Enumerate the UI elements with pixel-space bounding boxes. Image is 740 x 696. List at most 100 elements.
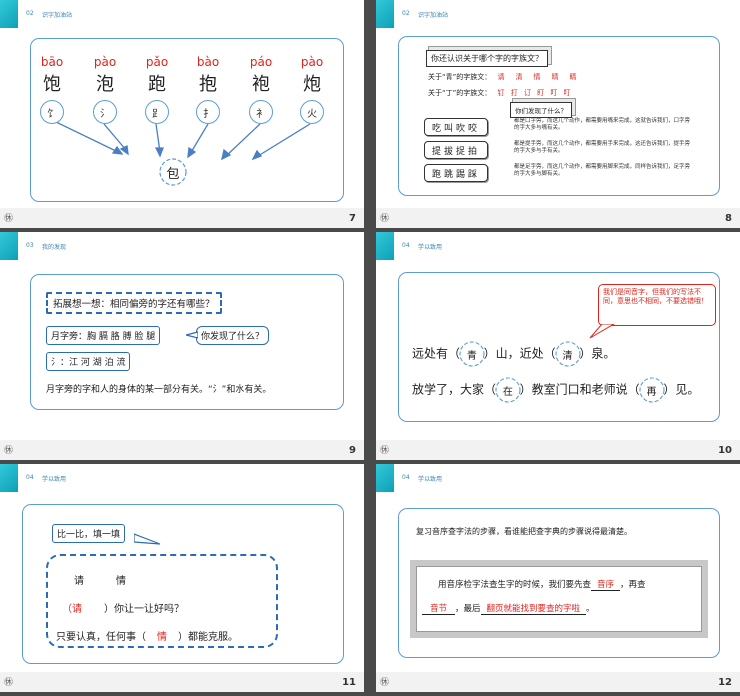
sentence-2: 放学了，大家（ 在 ）教室门口和老师说（ 再 ）见。 xyxy=(412,376,699,404)
answer-bubble-1: 青 xyxy=(458,340,486,368)
footer-logo: ㊡ xyxy=(4,678,14,688)
pinyin-5: páo xyxy=(249,55,273,69)
center-char: 包 xyxy=(166,166,180,182)
footer-logo: ㊡ xyxy=(380,214,390,224)
pinyin-6: pào xyxy=(300,55,324,69)
char-2: 泡 xyxy=(96,74,114,95)
fill-line-2-answer: 情 xyxy=(157,632,167,643)
word-group-hand[interactable]: 提拔捉拍 xyxy=(424,141,488,159)
answer-3: 在 xyxy=(502,386,513,398)
desc-foot: 都是足字旁，而这几个动作，都需要用脚来完成，同样告诉我们，足字旁的字大多与脚有关… xyxy=(514,164,691,177)
char-6: 炮 xyxy=(303,74,321,95)
answer-panel-inner xyxy=(416,566,702,632)
moon-radical-text: 月字旁：胸 膈 胳 膊 脸 腿 xyxy=(51,332,156,342)
fill-line-2-rest: ）都能克服。 xyxy=(178,632,238,643)
option-qing-feeling: 情 xyxy=(116,576,126,587)
label-pointer xyxy=(134,533,161,545)
sentence-2-part-2: ）教室门口和老师说（ xyxy=(519,382,640,397)
section-title: 学以致用 xyxy=(418,244,443,251)
callout-pointer xyxy=(589,324,615,339)
radical-3: ⻊ xyxy=(145,100,169,124)
desc-hand: 都是提手旁，而这几个动作，都需要用手来完成，这还告诉我们，提手旁的字大多与手有关… xyxy=(514,141,691,154)
homophone-callout: 我们是同音字，但我们的写法不同，意思也不相同，不要选错哦！ xyxy=(598,284,716,326)
compare-label: 比一比，填一填 xyxy=(52,524,126,543)
answer-text-line-1: 用音序检字法查生字的时候，我们要先查 音序 ，再查 xyxy=(438,578,646,591)
fill-line-2-pre: 只要认真，任何事（ xyxy=(56,632,146,643)
ding-label: 关于“丁”的字族文： xyxy=(428,89,492,97)
slide-7[interactable]: 02 识字加油站 bāo pào pǎo bào páo pào 饱 泡 跑 抱… xyxy=(0,0,364,228)
sentence-2-part-1: 放学了，大家（ xyxy=(412,382,497,397)
water-radical-words: 氵：江 河 湖 泊 流 xyxy=(46,352,131,371)
qing-label: 关于“青”的字族文： xyxy=(428,73,492,81)
answer-1: 青 xyxy=(466,350,477,362)
question-text: 你还认识关于哪个字的字族文？ xyxy=(431,54,543,63)
think-prompt-text: 拓展想一想：相同偏旁的字还有哪些？ xyxy=(53,299,215,310)
slide-9[interactable]: 03 我的发现 拓展想一想：相同偏旁的字还有哪些？ 月字旁：胸 膈 胳 膊 脸 … xyxy=(0,232,364,460)
bubble-pointer xyxy=(186,331,198,339)
fill-line-2: 只要认真，任何事（ 情 ）都能克服。 xyxy=(56,628,238,643)
fill-line-1-rest: ）你让一让好吗？ xyxy=(104,604,184,615)
footer-logo: ㊡ xyxy=(4,214,14,224)
char-4: 抱 xyxy=(199,74,217,95)
slide-header: 04 学以致用 xyxy=(376,232,740,260)
radical-4: 扌 xyxy=(196,100,220,124)
fill-line-1-open: （ xyxy=(62,604,72,615)
answer-bubble-4: 再 xyxy=(638,376,666,404)
found-bubble: 你发现了什么？ xyxy=(196,326,270,345)
section-title: 我的发现 xyxy=(42,244,67,251)
accent-bar xyxy=(376,232,394,260)
section-title: 学以致用 xyxy=(418,476,443,483)
char-3: 跑 xyxy=(148,74,166,95)
slide-header: 02 识字加油站 xyxy=(376,0,740,28)
slide-header: 04 学以致用 xyxy=(0,464,364,492)
pinyin-3: pǎo xyxy=(145,55,169,69)
answer-panel xyxy=(410,560,708,638)
slide-footer: ㊡ 10 xyxy=(376,440,740,460)
slide-header: 03 我的发现 xyxy=(0,232,364,260)
review-prompt: 复习音序查字法的步骤，看谁能把查字典的步骤说得最清楚。 xyxy=(416,527,632,536)
page-number: 9 xyxy=(349,445,356,456)
conclusion: 月字旁的字和人的身体的某一部分有关。“氵”和水有关。 xyxy=(46,385,272,395)
radical-6: 火 xyxy=(300,100,324,124)
slide-11[interactable]: 04 学以致用 比一比，填一填 请 情 （请 ）你让一让好吗？ 只要认真，任何事（… xyxy=(0,464,364,692)
accent-bar xyxy=(376,464,394,492)
slide-12[interactable]: 04 学以致用 复习音序查字法的步骤，看谁能把查字典的步骤说得最清楚。 用音序检… xyxy=(376,464,740,692)
answer-fill-2: 音节 xyxy=(422,604,456,615)
question-box: 你还认识关于哪个字的字族文？ xyxy=(426,50,548,67)
pinyin-4: bào xyxy=(196,55,220,69)
answer-bubble-2: 清 xyxy=(554,340,582,368)
answer-fill-3: 翻页就能找到要查的字啦 xyxy=(480,604,587,615)
answer-text-p3: ，最后 xyxy=(455,604,481,614)
word-group-mouth-label: 吃叫吹咬 xyxy=(431,123,480,134)
word-group-mouth[interactable]: 吃叫吹咬 xyxy=(424,118,488,136)
sentence-1-part-2: ）山，近处（ xyxy=(483,346,556,361)
accent-bar xyxy=(0,232,18,260)
footer-logo: ㊡ xyxy=(4,446,14,456)
pinyin-2: pào xyxy=(93,55,117,69)
word-group-foot-label: 跑跳踢踩 xyxy=(431,169,480,180)
radical-5: 衤 xyxy=(249,100,273,124)
page-number: 11 xyxy=(342,677,356,688)
answer-4: 再 xyxy=(646,386,657,398)
fill-line-1-answer: 请 xyxy=(72,604,82,615)
fill-line-1: （请 ）你让一让好吗？ xyxy=(62,600,184,615)
think-prompt: 拓展想一想：相同偏旁的字还有哪些？ xyxy=(46,292,222,314)
slide-10[interactable]: 04 学以致用 我们是同音字，但我们的写法不同，意思也不相同，不要选错哦！ 远处… xyxy=(376,232,740,460)
homophone-callout-text: 我们是同音字，但我们的写法不同，意思也不相同，不要选错哦！ xyxy=(603,288,708,305)
slide-footer: ㊡ 12 xyxy=(376,672,740,692)
accent-bar xyxy=(0,464,18,492)
page-number: 12 xyxy=(718,677,732,688)
page-number: 8 xyxy=(725,213,732,224)
answer-text-line-2: 音节 ，最后 翻页就能找到要查的字啦。 xyxy=(422,602,595,615)
qing-family-line: 关于“青”的字族文： 请 清 情 晴 睛 xyxy=(428,72,579,82)
answer-text-p4: 。 xyxy=(586,604,595,614)
word-group-foot[interactable]: 跑跳踢踩 xyxy=(424,164,488,182)
found-bubble-text: 你发现了什么？ xyxy=(201,332,265,342)
answer-fill-1: 音序 xyxy=(591,580,621,591)
section-number: 03 xyxy=(26,242,34,249)
char-1: 饱 xyxy=(43,74,61,95)
radical-1: 饣 xyxy=(40,100,64,124)
water-radical-text: 氵：江 河 湖 泊 流 xyxy=(51,358,126,368)
pinyin-1: bāo xyxy=(40,55,64,69)
slide-8[interactable]: 02 识字加油站 你还认识关于哪个字的字族文？ 关于“青”的字族文： 请 清 情… xyxy=(376,0,740,228)
